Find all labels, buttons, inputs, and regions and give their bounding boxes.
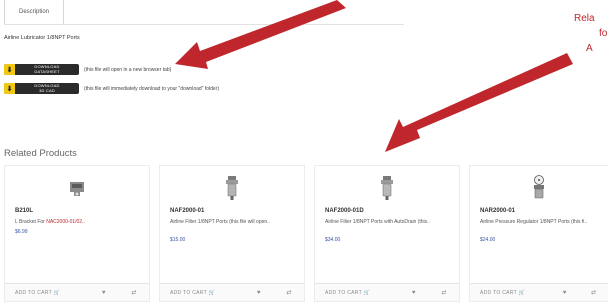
card-actions: ADD TO CART 🛒 ♥ ⇄: [315, 283, 459, 301]
add-to-cart-label: ADD TO CART: [15, 289, 52, 296]
cad-note: (this file will immediately download to …: [84, 85, 219, 92]
download-arrow-icon: ⬇: [4, 83, 15, 94]
product-description: Airline Filter 1/8NPT Ports with AutoDra…: [325, 219, 430, 225]
compare-icon[interactable]: ⇄: [579, 289, 608, 296]
cart-icon: 🛒: [53, 289, 61, 296]
product-card[interactable]: B210L L Bracket For NAC2000-01/02.. $6.9…: [4, 165, 150, 302]
product-card[interactable]: NAF2000-01D Airline Filter 1/8NPT Ports …: [314, 165, 460, 302]
product-description-prefix: L Bracket For: [15, 219, 47, 225]
add-to-cart-label: ADD TO CART: [170, 289, 207, 296]
callout-line: fo: [599, 28, 608, 39]
product-description: Airline Pressure Regulator 1/8NPT Ports …: [480, 219, 588, 225]
card-actions: ADD TO CART 🛒 ♥ ⇄: [160, 283, 304, 301]
product-price: $6.99: [15, 229, 28, 235]
product-description-link[interactable]: NAC2000-01/02..: [46, 219, 85, 225]
cad-download-row: ⬇ DOWNLOAD 3D CAD (this file will immedi…: [4, 83, 219, 94]
download-arrow-icon: ⬇: [4, 64, 15, 75]
product-name[interactable]: NAF2000-01D: [325, 208, 364, 214]
product-image[interactable]: [315, 174, 459, 202]
heart-icon[interactable]: ♥: [244, 290, 274, 296]
add-to-cart-button[interactable]: ADD TO CART 🛒: [5, 290, 89, 296]
product-card[interactable]: NAF2000-01 Airline Filter 1/8NPT Ports (…: [159, 165, 305, 302]
download-button-line2: 3D CAD: [39, 87, 55, 93]
cart-icon: 🛒: [363, 289, 371, 296]
heart-icon[interactable]: ♥: [399, 290, 429, 296]
datasheet-download-row: ⬇ DOWNLOAD DATASHEET (this file will ope…: [4, 64, 171, 75]
tab-description-label: Description: [18, 9, 49, 15]
add-to-cart-label: ADD TO CART: [325, 289, 362, 296]
related-products-heading: Related Products: [4, 148, 77, 159]
datasheet-note: (this file will open in a new browser ta…: [84, 66, 172, 73]
product-price: $15.00: [170, 237, 186, 243]
download-cad-button[interactable]: ⬇ DOWNLOAD 3D CAD: [4, 83, 79, 94]
add-to-cart-button[interactable]: ADD TO CART 🛒: [470, 290, 550, 296]
compare-icon[interactable]: ⇄: [119, 289, 149, 296]
product-description: L Bracket For NAC2000-01/02..: [15, 218, 143, 226]
tab-description[interactable]: Description: [4, 0, 64, 25]
pointer-arrow-related: [385, 53, 573, 152]
add-to-cart-button[interactable]: ADD TO CART 🛒: [160, 290, 244, 296]
card-actions: ADD TO CART 🛒 ♥ ⇄: [5, 283, 149, 301]
heart-icon[interactable]: ♥: [89, 290, 119, 296]
download-button-line2: DATASHEET: [34, 68, 60, 74]
product-description: Airline Filter 1/8NPT Ports (this file w…: [170, 219, 270, 225]
compare-icon[interactable]: ⇄: [429, 289, 459, 296]
product-price: $24.00: [480, 237, 496, 243]
download-datasheet-button[interactable]: ⬇ DOWNLOAD DATASHEET: [4, 64, 79, 75]
add-to-cart-button[interactable]: ADD TO CART 🛒: [315, 290, 399, 296]
card-actions: ADD TO CART 🛒 ♥ ⇄: [470, 283, 608, 301]
product-price: $34.00: [325, 237, 341, 243]
compare-icon[interactable]: ⇄: [274, 289, 304, 296]
product-name[interactable]: NAR2000-01: [480, 208, 515, 214]
cart-icon: 🛒: [518, 289, 526, 296]
product-card[interactable]: NAR2000-01 Airline Pressure Regulator 1/…: [469, 165, 608, 302]
callout-line: Rela: [574, 13, 595, 24]
pointer-arrow-datasheet: [175, 0, 346, 69]
heart-icon[interactable]: ♥: [550, 290, 579, 296]
callout-annotation: Rela fo A: [574, 11, 607, 56]
product-name[interactable]: NAF2000-01: [170, 208, 204, 214]
product-image[interactable]: [5, 174, 149, 202]
callout-line: A: [586, 43, 593, 54]
tab-divider: [4, 24, 404, 25]
product-image[interactable]: [470, 174, 608, 202]
product-description: Airline Lubricator 1/8NPT Ports: [4, 35, 80, 41]
cart-icon: 🛒: [208, 289, 216, 296]
product-name[interactable]: B210L: [15, 208, 33, 214]
product-image[interactable]: [160, 174, 304, 202]
add-to-cart-label: ADD TO CART: [480, 289, 517, 296]
